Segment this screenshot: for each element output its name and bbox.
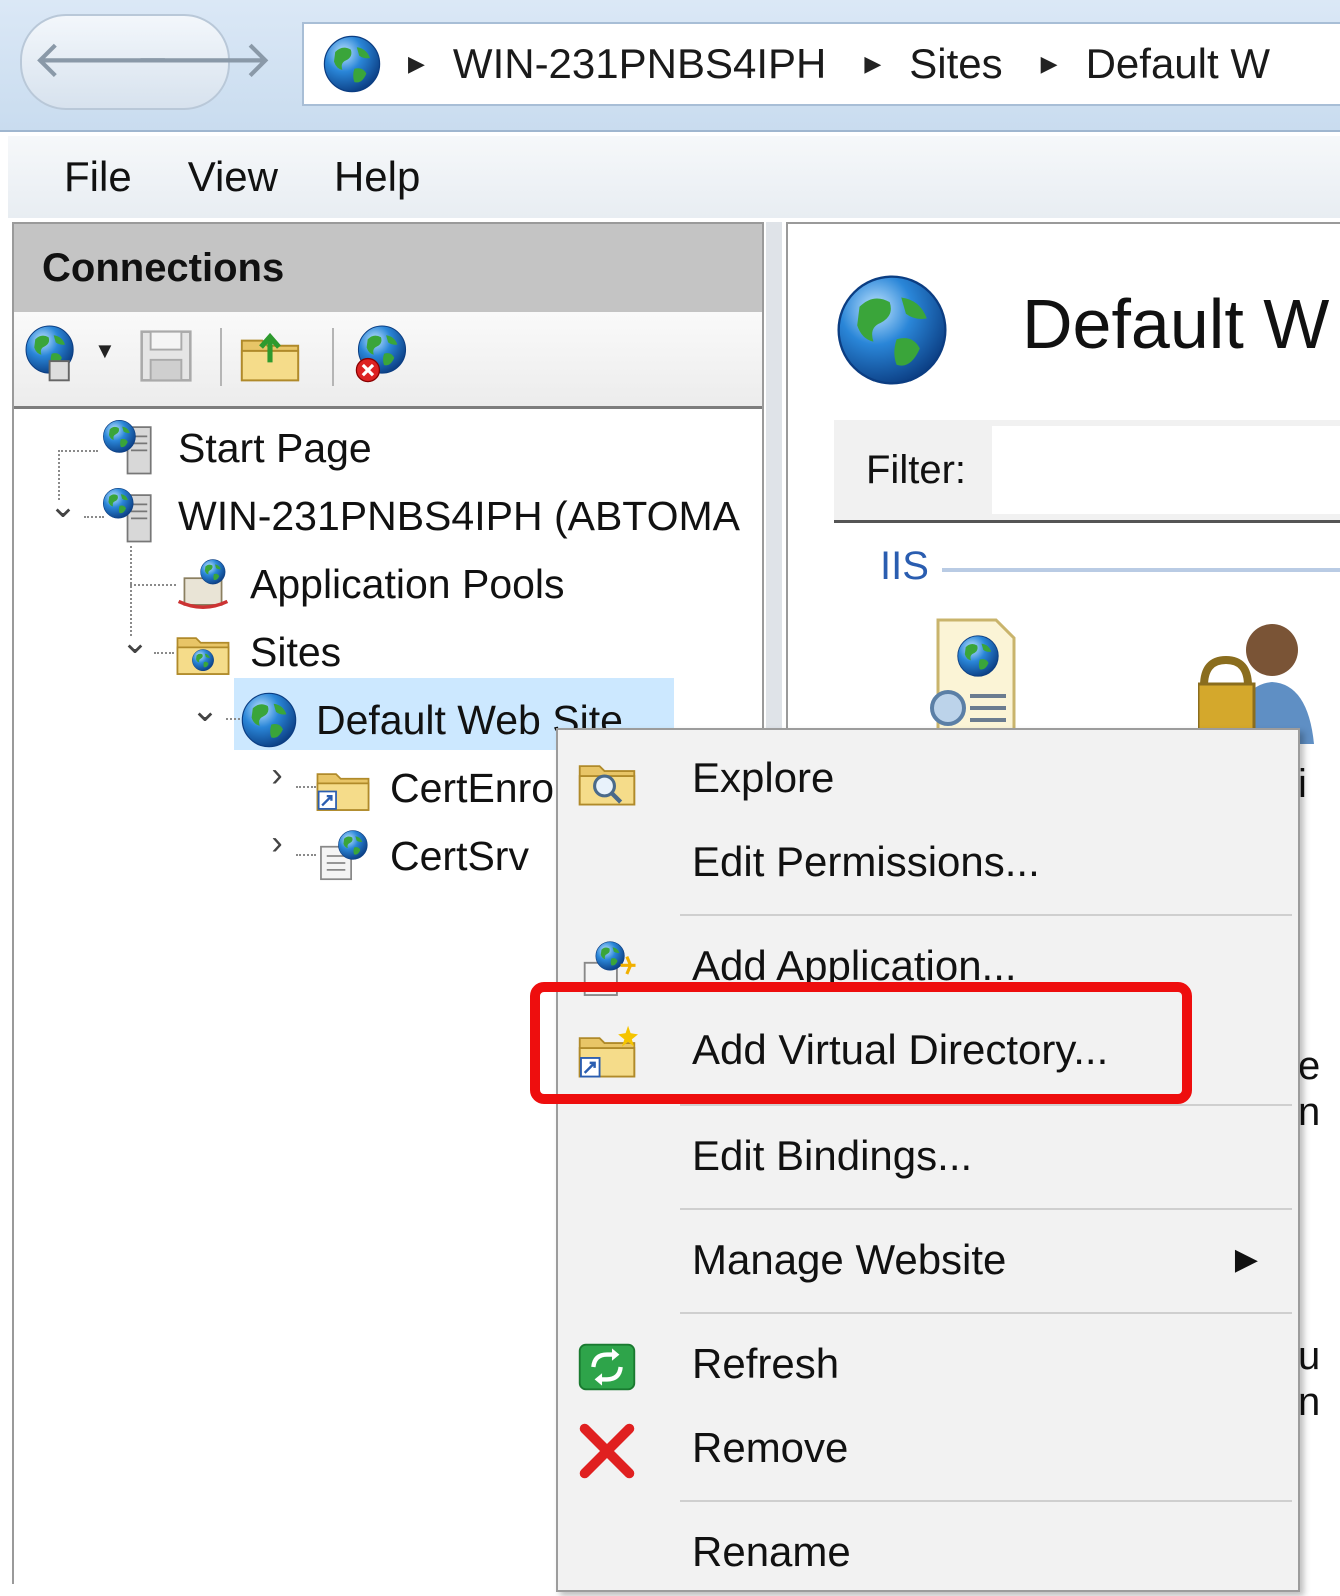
menu-item-remove[interactable]: Remove — [558, 1408, 1298, 1492]
truncated-feature-label: u — [1298, 1334, 1321, 1378]
globe-icon — [322, 34, 382, 94]
filter-bar: Filter: — [834, 420, 1340, 523]
refresh-icon — [578, 1343, 636, 1391]
tree-item-sites[interactable]: Sites — [174, 620, 341, 684]
truncated-feature-label: n — [1298, 1090, 1321, 1134]
menu-item-label: Refresh — [692, 1340, 840, 1387]
menu-item-label: Explore — [692, 754, 835, 801]
toolbar-divider — [332, 328, 334, 386]
expand-toggle-icon[interactable]: ⌄ — [188, 690, 222, 730]
group-divider — [942, 568, 1340, 572]
tree-label: CertEnro — [390, 764, 555, 811]
expand-toggle-icon[interactable]: ⌄ — [46, 486, 80, 526]
menu-item-label: Rename — [692, 1528, 851, 1575]
tree-connector — [84, 516, 104, 518]
submenu-arrow-icon: ▶ — [1234, 1243, 1258, 1276]
menu-item-rename[interactable]: Rename — [558, 1512, 1298, 1596]
server-icon — [102, 487, 160, 545]
breadcrumb-separator-icon[interactable]: ▶ — [864, 51, 881, 77]
connections-header: Connections — [14, 224, 762, 312]
tree-label: Sites — [250, 628, 342, 675]
site-globe-icon — [837, 275, 947, 385]
breadcrumb-default-site[interactable]: Default W — [1086, 40, 1270, 88]
forward-arrow-icon[interactable]: 🡒 — [134, 28, 273, 92]
tree-label: WIN-231PNBS4IPH (ABTOMA — [178, 492, 740, 539]
group-label-iis: IIS — [880, 544, 929, 588]
tree-item-certsrv[interactable]: CertSrv — [314, 824, 529, 888]
dropdown-arrow-icon[interactable]: ▼ — [94, 338, 116, 364]
website-globe-icon — [241, 692, 297, 748]
menu-item-explore[interactable]: Explore — [558, 738, 1298, 822]
sites-folder-icon — [174, 623, 232, 681]
connect-globe-icon[interactable] — [24, 324, 88, 388]
breadcrumb-separator-icon[interactable]: ▶ — [408, 51, 425, 77]
context-menu: Explore Edit Permissions... Add Applicat… — [556, 728, 1300, 1592]
tree-label: CertSrv — [390, 832, 529, 879]
tree-label: Application Pools — [250, 560, 565, 607]
filter-input[interactable] — [992, 426, 1340, 514]
menu-item-manage-website[interactable]: Manage Website ▶ — [558, 1220, 1298, 1304]
truncated-feature-label: e — [1298, 1044, 1321, 1088]
truncated-feature-label: n — [1298, 1380, 1321, 1424]
toolbar-divider — [220, 328, 222, 386]
menu-view[interactable]: View — [188, 153, 278, 201]
tree-label: Start Page — [178, 424, 372, 471]
menu-item-edit-permissions[interactable]: Edit Permissions... — [558, 822, 1298, 906]
breadcrumb: ▶ WIN-231PNBS4IPH ▶ Sites ▶ Default W — [404, 24, 1304, 104]
menu-file[interactable]: File — [64, 153, 132, 201]
breadcrumb-separator-icon[interactable]: ▶ — [1041, 51, 1058, 77]
up-folder-icon[interactable] — [238, 324, 302, 388]
menu-bar: File View Help — [8, 136, 1340, 218]
tree-connector — [296, 786, 316, 788]
menu-item-label: Manage Website — [692, 1236, 1007, 1283]
tree-connector — [130, 584, 176, 586]
menu-separator — [680, 1208, 1292, 1210]
menu-separator — [680, 1104, 1292, 1106]
page-title: Default W — [1022, 285, 1330, 363]
menu-separator — [680, 1312, 1292, 1314]
menu-item-refresh[interactable]: Refresh — [558, 1324, 1298, 1408]
menu-separator — [680, 1500, 1292, 1502]
address-bar-area: 🡐 🡒 ▶ WIN-231PNBS4IPH ▶ Sites ▶ Default … — [0, 0, 1340, 132]
breadcrumb-server[interactable]: WIN-231PNBS4IPH — [453, 40, 826, 88]
start-page-icon — [103, 420, 160, 477]
tree-connector — [58, 450, 98, 452]
authentication-user-lock-icon[interactable] — [1198, 614, 1328, 744]
menu-item-label: Remove — [692, 1424, 849, 1471]
expand-toggle-icon[interactable]: › — [260, 824, 294, 863]
remove-icon — [579, 1423, 635, 1479]
asp-settings-icon[interactable] — [918, 616, 1028, 736]
menu-separator — [680, 914, 1292, 916]
tree-connector — [226, 718, 240, 720]
application-pools-icon — [177, 559, 229, 609]
filter-label: Filter: — [866, 448, 966, 492]
application-icon — [320, 830, 368, 881]
back-arrow-icon[interactable]: 🡐 — [32, 28, 171, 92]
menu-help[interactable]: Help — [334, 153, 420, 201]
folder-search-icon — [576, 750, 638, 812]
menu-item-label: Edit Permissions... — [692, 838, 1040, 885]
navigation-buttons: 🡐 🡒 — [20, 14, 273, 110]
virtual-directory-icon — [314, 759, 372, 817]
connections-title: Connections — [42, 245, 285, 290]
menu-item-label: Edit Bindings... — [692, 1132, 973, 1179]
tree-item-certenroll[interactable]: CertEnro — [314, 756, 554, 820]
save-icon[interactable] — [134, 324, 198, 388]
breadcrumb-bar[interactable]: ▶ WIN-231PNBS4IPH ▶ Sites ▶ Default W — [302, 22, 1340, 106]
menu-item-edit-bindings[interactable]: Edit Bindings... — [558, 1116, 1298, 1200]
tree-connector — [154, 652, 174, 654]
breadcrumb-sites[interactable]: Sites — [909, 40, 1002, 88]
expand-toggle-icon[interactable]: ⌄ — [118, 622, 152, 662]
connections-toolbar: ▼ — [14, 312, 762, 409]
disconnect-icon[interactable] — [350, 324, 414, 388]
annotation-highlight-box — [530, 982, 1192, 1104]
expand-toggle-icon[interactable]: › — [260, 756, 294, 795]
tree-item-application-pools[interactable]: Application Pools — [174, 552, 565, 616]
tree-item-server[interactable]: WIN-231PNBS4IPH (ABTOMA — [102, 484, 740, 548]
tree-item-start-page[interactable]: Start Page — [102, 416, 372, 480]
tree-connector — [296, 854, 316, 856]
